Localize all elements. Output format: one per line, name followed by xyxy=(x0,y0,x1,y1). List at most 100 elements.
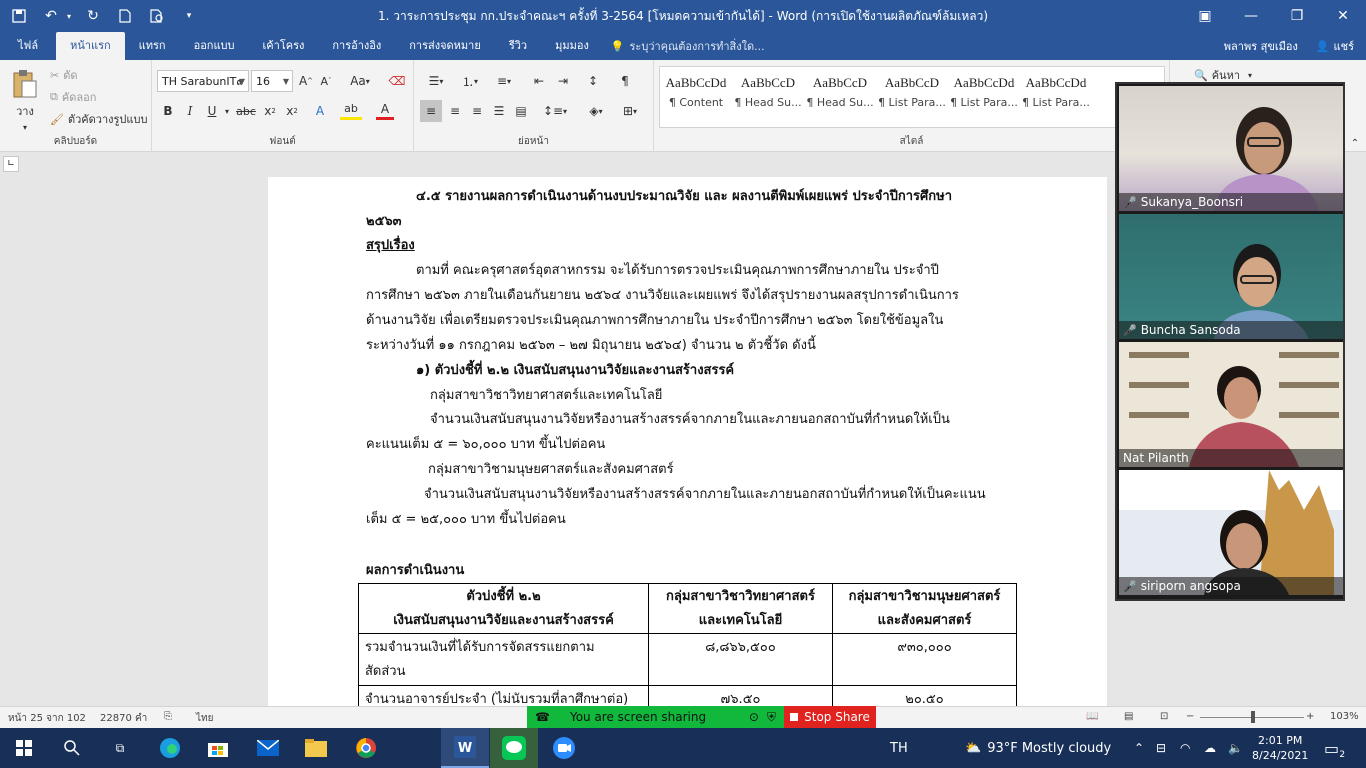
drag-handle-icon[interactable]: ☎ xyxy=(535,710,550,724)
tab-layout[interactable]: เค้าโครง xyxy=(249,32,319,60)
search-icon[interactable] xyxy=(48,728,96,768)
share-status[interactable]: ☎ You are screen sharing ⊙ ⛨ xyxy=(527,706,784,728)
word-count[interactable]: 22870 คำ xyxy=(100,711,147,726)
style-head-sub-1[interactable]: AaBbCcD ¶ Head Su... xyxy=(732,69,804,119)
shading-icon[interactable]: ◈ ▾ xyxy=(582,100,610,122)
input-language[interactable]: TH xyxy=(890,728,908,768)
borders-icon[interactable]: ⊞ ▾ xyxy=(616,100,644,122)
font-size-select[interactable]: 16 ▼ xyxy=(251,70,293,92)
customize-toolbar-icon[interactable]: ▾ xyxy=(176,3,202,29)
bullets-icon[interactable]: ☰ ▾ xyxy=(422,70,450,92)
align-left-icon[interactable]: ≡ xyxy=(420,100,442,122)
copy-button[interactable]: ⧉ คัดลอก xyxy=(50,86,96,108)
zoom-icon[interactable] xyxy=(540,728,588,768)
text-effects-icon[interactable]: A xyxy=(310,100,330,122)
increase-indent-icon[interactable]: ⇥ xyxy=(552,70,574,92)
align-center-icon[interactable]: ≡ xyxy=(444,100,466,122)
web-layout-icon[interactable]: ⊡ xyxy=(1160,711,1168,722)
share-button[interactable]: 👤 แชร์ xyxy=(1316,37,1354,55)
task-view-icon[interactable]: ⧉ xyxy=(96,728,144,768)
word-icon[interactable]: W xyxy=(441,728,489,768)
minimize-button[interactable]: — xyxy=(1228,0,1274,32)
onedrive-icon[interactable]: ☁ xyxy=(1204,728,1216,768)
network-icon[interactable]: ⊟ xyxy=(1156,728,1166,768)
collapse-ribbon-icon[interactable]: ⌃ xyxy=(1348,132,1362,154)
undo-icon[interactable]: ↶ xyxy=(38,3,64,29)
page-count[interactable]: หน้า 25 จาก 102 xyxy=(8,711,86,726)
tab-insert[interactable]: แทรก xyxy=(125,32,180,60)
tell-me-search[interactable]: 💡 ระบุว่าคุณต้องการทำสิ่งใด... xyxy=(611,32,765,60)
restore-button[interactable]: ❐ xyxy=(1274,0,1320,32)
paste-icon[interactable] xyxy=(8,66,42,102)
stop-share-button[interactable]: Stop Share xyxy=(784,706,876,728)
style-list-para-1[interactable]: AaBbCcD ¶ List Para... xyxy=(876,69,948,119)
line-icon[interactable] xyxy=(490,728,538,768)
font-color-icon[interactable]: A xyxy=(376,100,394,120)
language-indicator[interactable]: ไทย xyxy=(196,711,213,726)
style-content[interactable]: AaBbCcDd ¶ Content xyxy=(660,69,732,119)
style-head-sub-2[interactable]: AaBbCcD ¶ Head Su... xyxy=(804,69,876,119)
print-layout-icon[interactable]: ▤ xyxy=(1124,711,1133,722)
change-case-button[interactable]: Aa ▾ xyxy=(345,70,375,92)
participant-video[interactable]: 🎤 Buncha Sansoda xyxy=(1119,214,1343,339)
cut-button[interactable]: ✂ ตัด xyxy=(50,64,78,86)
notifications-icon[interactable]: ▭ 2 xyxy=(1324,728,1346,768)
highlight-icon[interactable]: ab xyxy=(340,100,362,120)
italic-icon[interactable]: I xyxy=(180,100,200,122)
grow-font-icon[interactable]: A ^ xyxy=(297,70,315,92)
line-spacing-icon[interactable]: ↕≡ ▾ xyxy=(540,100,570,122)
file-explorer-icon[interactable] xyxy=(292,728,340,768)
zoom-in-icon[interactable]: + xyxy=(1306,711,1314,722)
tab-home[interactable]: หน้าแรก xyxy=(56,32,125,60)
new-document-icon[interactable] xyxy=(112,3,138,29)
thai-distributed-icon[interactable]: ▤ xyxy=(510,100,532,122)
tab-file[interactable]: ไฟล์ xyxy=(0,32,56,60)
edge-icon[interactable] xyxy=(146,728,194,768)
store-icon[interactable] xyxy=(194,728,242,768)
windows-start-icon[interactable] xyxy=(0,728,48,768)
print-preview-icon[interactable] xyxy=(144,3,170,29)
volume-icon[interactable]: 🔈 xyxy=(1228,728,1243,768)
proofing-icon[interactable]: ⎘ xyxy=(164,711,172,722)
subscript-icon[interactable]: x2 xyxy=(260,100,280,122)
superscript-icon[interactable]: x2 xyxy=(282,100,302,122)
participant-video[interactable]: 🎤 siriporn angsopa xyxy=(1119,470,1343,595)
zoom-out-icon[interactable]: − xyxy=(1186,711,1194,722)
zoom-level[interactable]: 103% xyxy=(1330,711,1359,722)
clock[interactable]: 2:01 PM 8/24/2021 xyxy=(1252,728,1308,768)
multilevel-list-icon[interactable]: ≡ ▾ xyxy=(490,70,518,92)
align-right-icon[interactable]: ≡ xyxy=(466,100,488,122)
tab-design[interactable]: ออกแบบ xyxy=(180,32,249,60)
strikethrough-icon[interactable]: abc xyxy=(234,100,258,122)
close-button[interactable]: ✕ xyxy=(1320,0,1366,32)
tab-selector-icon[interactable]: ∟ xyxy=(3,156,19,172)
tab-view[interactable]: มุมมอง xyxy=(541,32,603,60)
document-page[interactable]: ๔.๕ รายงานผลการดำเนินงานด้านงบประมาณวิจั… xyxy=(268,177,1107,706)
wifi-icon[interactable]: ◠ xyxy=(1180,728,1190,768)
format-painter-button[interactable]: 🖌 ตัวคัดวางรูปแบบ xyxy=(50,108,147,130)
shrink-font-icon[interactable]: Aˇ xyxy=(317,70,335,92)
share-settings-icon[interactable]: ⊙ xyxy=(749,710,759,724)
user-name[interactable]: พลาพร สุขเมือง xyxy=(1224,37,1298,55)
font-name-select[interactable]: TH SarabunIT๙ ▼ xyxy=(157,70,249,92)
zoom-slider-thumb[interactable] xyxy=(1251,711,1255,723)
style-list-para-3[interactable]: AaBbCcDd ¶ List Para... xyxy=(1020,69,1092,119)
save-icon[interactable] xyxy=(6,3,32,29)
sort-icon[interactable]: ↕ xyxy=(582,70,604,92)
participant-video[interactable]: 🎤 Sukanya_Boonsri xyxy=(1119,86,1343,211)
clear-formatting-icon[interactable]: ⌫ xyxy=(387,70,407,92)
participant-video[interactable]: Nat Pilanth xyxy=(1119,342,1343,467)
weather-widget[interactable]: ⛅ 93°F Mostly cloudy xyxy=(965,728,1111,768)
chrome-icon[interactable] xyxy=(342,728,390,768)
read-mode-icon[interactable]: 📖 xyxy=(1086,711,1098,722)
decrease-indent-icon[interactable]: ⇤ xyxy=(528,70,550,92)
tab-mailings[interactable]: การส่งจดหมาย xyxy=(395,32,495,60)
mail-icon[interactable] xyxy=(244,728,292,768)
tab-references[interactable]: การอ้างอิง xyxy=(318,32,395,60)
underline-dropdown-icon[interactable]: ▾ xyxy=(222,100,232,122)
show-hidden-icons-icon[interactable]: ⌃ xyxy=(1134,728,1144,768)
undo-dropdown-icon[interactable]: ▾ xyxy=(64,3,74,29)
style-list-para-2[interactable]: AaBbCcDd ¶ List Para... xyxy=(948,69,1020,119)
underline-icon[interactable]: U xyxy=(202,100,222,122)
ribbon-display-icon[interactable]: ▣ xyxy=(1182,0,1228,32)
